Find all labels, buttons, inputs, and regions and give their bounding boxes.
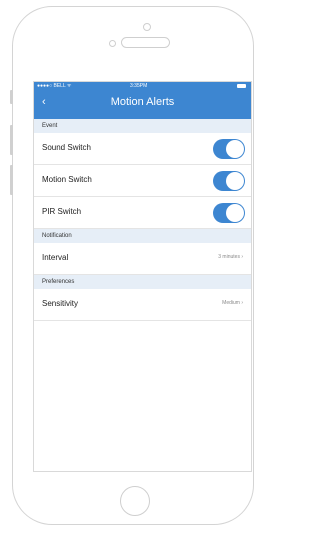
page-title: Motion Alerts [110,96,175,108]
section-header-notification: Notification [34,229,251,243]
speaker-icon [121,37,170,48]
proximity-sensor-icon [109,40,116,47]
pir-switch-label: PIR Switch [42,207,82,216]
volume-down-button [10,165,13,195]
mute-switch [10,90,13,104]
interval-value: 3 minutes › [218,254,243,260]
row-pir-switch[interactable]: PIR Switch [34,197,251,229]
toggle-knob [226,172,244,190]
section-header-preferences: Preferences [34,275,251,289]
volume-up-button [10,125,13,155]
battery-icon [237,84,246,88]
status-time: 3:35PM [130,83,148,89]
motion-switch-label: Motion Switch [42,175,92,184]
toggle-knob [226,140,244,158]
interval-label: Interval [42,253,69,262]
motion-switch-toggle[interactable] [213,171,245,191]
pir-switch-toggle[interactable] [213,203,245,223]
row-interval[interactable]: Interval 3 minutes › [34,243,251,275]
app-screen: ●●●●○ BELL ᯤ 3:35PM ‹ Motion Alerts Even… [33,81,252,472]
nav-bar: ●●●●○ BELL ᯤ 3:35PM ‹ Motion Alerts [34,82,251,119]
section-header-event: Event [34,119,251,133]
toggle-knob [226,204,244,222]
sensitivity-value: Medium › [222,300,243,306]
camera-icon [143,23,151,31]
status-carrier: ●●●●○ BELL ᯤ [37,83,72,89]
sound-switch-toggle[interactable] [213,139,245,159]
home-button-icon[interactable] [120,486,150,516]
row-motion-switch[interactable]: Motion Switch [34,165,251,197]
row-sound-switch[interactable]: Sound Switch [34,133,251,165]
sound-switch-label: Sound Switch [42,143,91,152]
row-sensitivity[interactable]: Sensitivity Medium › [34,289,251,321]
sensitivity-label: Sensitivity [42,299,79,308]
